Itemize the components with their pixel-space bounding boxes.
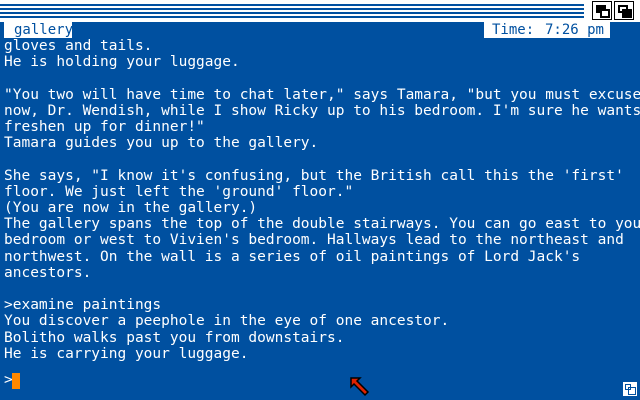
time-value: 7:26 pm bbox=[544, 22, 604, 38]
transcript-line: "You two will have time to chat later," … bbox=[4, 86, 640, 103]
transcript-line: freshen up for dinner!" bbox=[4, 119, 205, 136]
window-back-icon[interactable] bbox=[592, 1, 612, 20]
time-display: Time: 7:26 pm bbox=[484, 22, 610, 38]
time-label: Time: bbox=[492, 22, 535, 38]
title-bar-stripes bbox=[0, 4, 584, 18]
transcript-line: She says, "I know it's confusing, but th… bbox=[4, 167, 624, 184]
text-cursor[interactable] bbox=[12, 373, 20, 389]
transcript-line: He is holding your luggage. bbox=[4, 54, 240, 71]
transcript-line: >examine paintings bbox=[4, 297, 162, 314]
mouse-pointer-icon bbox=[350, 377, 370, 397]
transcript-line: northwest. On the wall is a series of oi… bbox=[4, 248, 581, 265]
room-name: gallery bbox=[4, 22, 73, 38]
transcript-line: gloves and tails. bbox=[4, 38, 153, 54]
window-title-bar[interactable] bbox=[0, 0, 640, 22]
transcript-line: You discover a peephole in the eye of on… bbox=[4, 313, 450, 330]
transcript-line: Tamara guides you up to the gallery. bbox=[4, 135, 319, 152]
transcript-line bbox=[4, 151, 638, 167]
transcript-line: floor. We just left the 'ground' floor." bbox=[4, 183, 354, 200]
window-front-icon[interactable] bbox=[614, 1, 634, 20]
transcript-line: (You are now in the gallery.) bbox=[4, 200, 258, 217]
transcript-line: Bolitho walks past you from downstairs. bbox=[4, 329, 345, 346]
transcript-line: now, Dr. Wendish, while I show Ricky up … bbox=[4, 102, 640, 119]
transcript-line bbox=[4, 281, 638, 297]
transcript-line: bedroom or west to Vivien's bedroom. Hal… bbox=[4, 232, 624, 249]
game-transcript: gloves and tails. He is holding your lugg… bbox=[4, 38, 640, 362]
resize-icon[interactable] bbox=[622, 381, 638, 397]
transcript-line: He is carrying your luggage. bbox=[4, 345, 249, 362]
transcript-line bbox=[4, 70, 638, 86]
transcript-line: The gallery spans the top of the double … bbox=[4, 216, 640, 233]
transcript-line: ancestors. bbox=[4, 264, 92, 281]
